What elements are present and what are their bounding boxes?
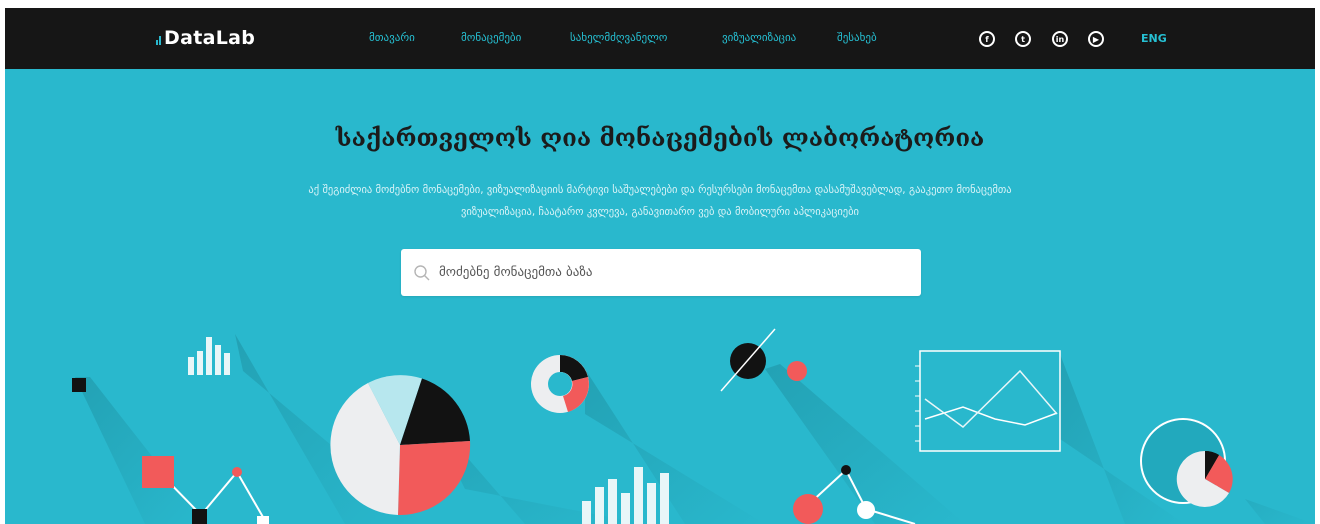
nav-item-data[interactable]: მონაცემები — [461, 31, 521, 44]
shadow — [765, 364, 965, 524]
hero-subtitle: აქ შეგიძლია მოძებნო მონაცემები, ვიზუალიზ… — [225, 179, 1095, 223]
hero-section: საქართველოს ღია მონაცემების ლაბორატორია … — [5, 69, 1315, 524]
logo-text: DataLab — [164, 27, 256, 49]
twitter-icon[interactable]: t — [1015, 31, 1031, 47]
pie-chart-icon — [1140, 418, 1233, 507]
shadow — [75, 377, 205, 524]
pie-chart-icon — [330, 375, 471, 516]
search-icon — [414, 264, 430, 280]
youtube-icon[interactable]: ▶ — [1088, 31, 1104, 47]
line-chart-icon — [915, 350, 1061, 452]
search-input[interactable] — [437, 264, 911, 281]
logo-bars-icon — [156, 31, 161, 45]
logo[interactable]: DataLab — [156, 27, 255, 49]
nav-item-visualization[interactable]: ვიზუალიზაცია — [722, 31, 796, 44]
hero-subtitle-line: ვიზუალიზაცია, ჩაატარო კვლევა, განავითარო… — [461, 206, 859, 218]
square-shape — [72, 378, 86, 392]
page-title: საქართველოს ღია მონაცემების ლაბორატორია — [335, 123, 985, 152]
donut-chart-icon — [531, 355, 589, 413]
language-switch[interactable]: ENG — [1141, 32, 1167, 45]
nav-item-guide[interactable]: სახელმძღვანელო — [570, 31, 667, 44]
hero-subtitle-line: აქ შეგიძლია მოძებნო მონაცემები, ვიზუალიზ… — [308, 184, 1012, 196]
top-navbar: DataLab მთავარი მონაცემები სახელმძღვანელ… — [5, 8, 1315, 69]
page: DataLab მთავარი მონაცემები სახელმძღვანელ… — [5, 0, 1315, 524]
nav-item-home[interactable]: მთავარი — [369, 31, 415, 44]
facebook-icon[interactable]: f — [979, 31, 995, 47]
linkedin-icon[interactable]: in — [1052, 31, 1068, 47]
search-box[interactable] — [401, 249, 921, 296]
bar-chart-icon — [188, 337, 230, 375]
nav-item-about[interactable]: შესახებ — [837, 31, 877, 44]
